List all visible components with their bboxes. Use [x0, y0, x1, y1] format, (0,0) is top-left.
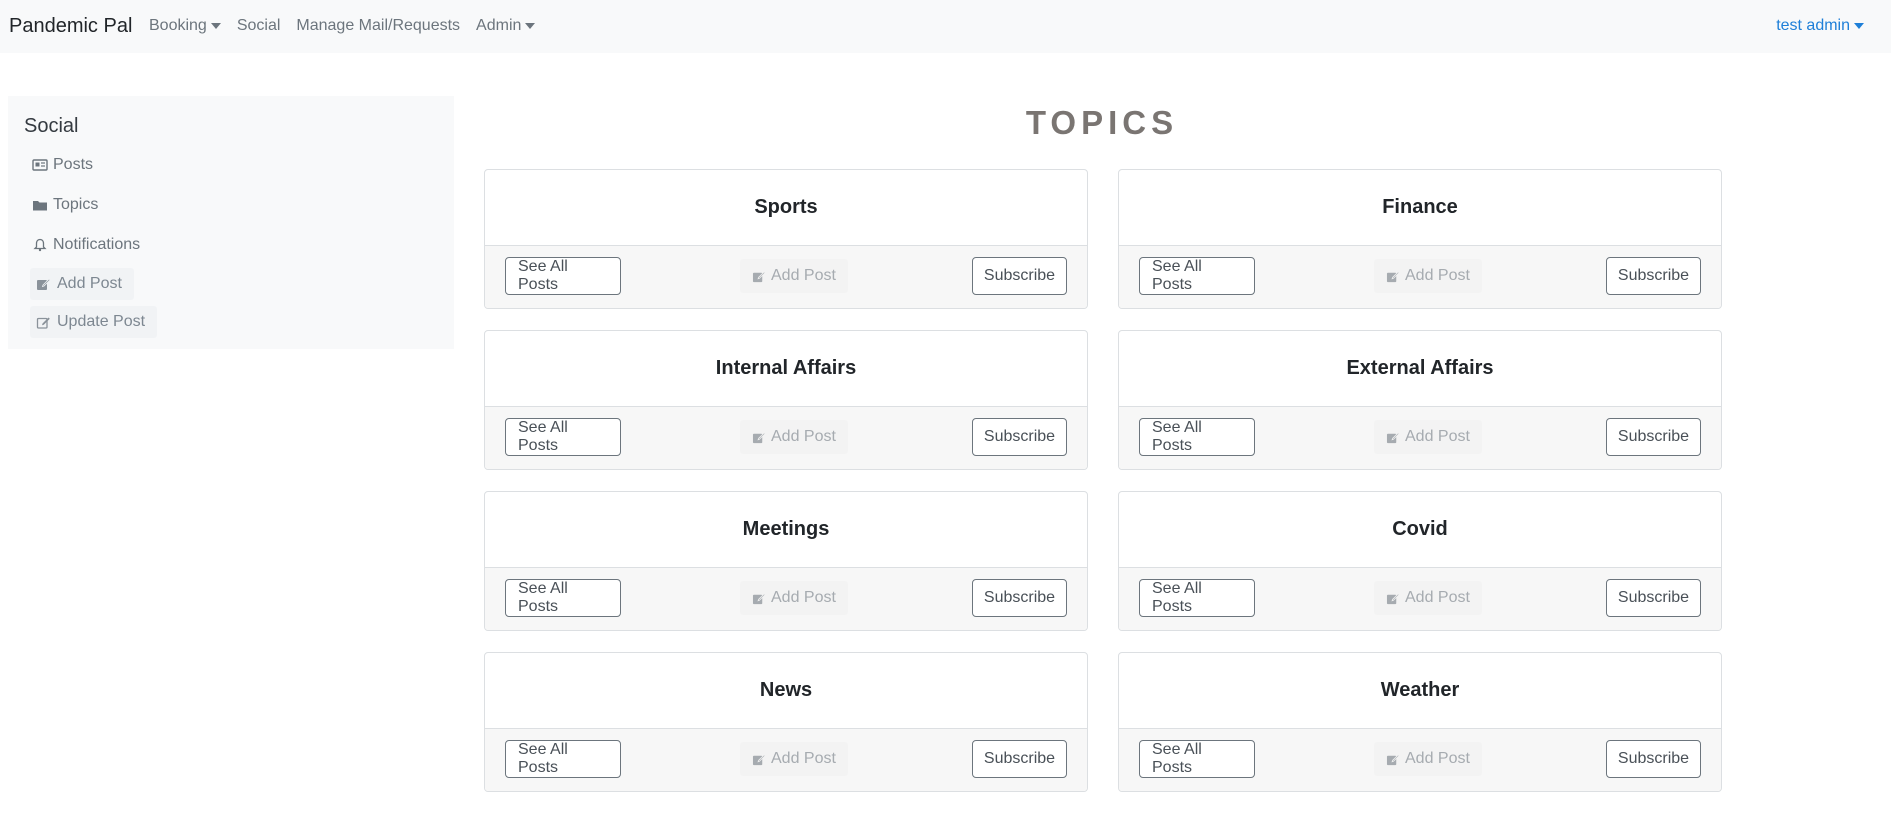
subscribe-button[interactable]: Subscribe — [1606, 257, 1701, 295]
brand-link[interactable]: Pandemic Pal — [9, 14, 132, 38]
subscribe-button[interactable]: Subscribe — [972, 579, 1067, 617]
caret-down-icon — [525, 23, 536, 29]
add-post-button[interactable]: Add Post — [1374, 420, 1482, 454]
page-title: TOPICS — [1025, 104, 1179, 141]
sidebar-item-posts[interactable]: Posts — [32, 155, 93, 175]
nav-social-link[interactable]: Social — [237, 15, 281, 37]
nav-admin-label: Admin — [476, 17, 522, 34]
add-post-button[interactable]: Add Post — [740, 581, 848, 615]
topic-name: News — [485, 653, 1087, 729]
topic-name: Covid — [1119, 492, 1721, 568]
see-all-posts-button[interactable]: See All Posts — [1139, 579, 1255, 617]
subscribe-button[interactable]: Subscribe — [972, 740, 1067, 778]
edit-icon — [1386, 592, 1400, 604]
nav-links: Booking Social Manage Mail/Requests Admi… — [149, 15, 551, 37]
sidebar: Social Posts Topics Notifications Add Po… — [8, 96, 454, 349]
see-all-posts-button[interactable]: See All Posts — [1139, 418, 1255, 456]
caret-down-icon — [210, 23, 221, 29]
topic-card-actions: See All Posts Add Post Subscribe — [485, 407, 1087, 469]
add-post-button[interactable]: Add Post — [740, 259, 848, 293]
add-post-button[interactable]: Add Post — [740, 742, 848, 776]
subscribe-button[interactable]: Subscribe — [1606, 740, 1701, 778]
subscribe-button[interactable]: Subscribe — [1606, 418, 1701, 456]
see-all-posts-button[interactable]: See All Posts — [1139, 740, 1255, 778]
sidebar-item-notifications[interactable]: Notifications — [32, 235, 140, 255]
add-post-button[interactable]: Add Post — [1374, 581, 1482, 615]
nav-social-label: Social — [236, 17, 281, 34]
nav-manage-mail-link[interactable]: Manage Mail/Requests — [296, 15, 460, 37]
topic-card-actions: See All Posts Add Post Subscribe — [485, 568, 1087, 630]
add-post-button[interactable]: Add Post — [1374, 259, 1482, 293]
edit-icon — [1386, 270, 1400, 282]
topic-name: Finance — [1119, 170, 1721, 246]
subscribe-button[interactable]: Subscribe — [972, 257, 1067, 295]
subscribe-button[interactable]: Subscribe — [972, 418, 1067, 456]
topic-card-sports: Sports See All Posts Add Post Subscribe — [484, 169, 1088, 309]
topic-name: External Affairs — [1119, 331, 1721, 407]
add-post-label: Add Post — [771, 589, 836, 606]
sidebar-add-post-label: Add Post — [57, 275, 122, 292]
topic-card-covid: Covid See All Posts Add Post Subscribe — [1118, 491, 1722, 631]
see-all-posts-button[interactable]: See All Posts — [505, 418, 621, 456]
edit-icon — [37, 278, 51, 290]
edit-icon — [752, 431, 766, 443]
nav-manage-mail-label: Manage Mail/Requests — [296, 17, 461, 34]
add-post-label: Add Post — [771, 750, 836, 767]
topic-card-internal-affairs: Internal Affairs See All Posts Add Post … — [484, 330, 1088, 470]
see-all-posts-button[interactable]: See All Posts — [1139, 257, 1255, 295]
topic-card-actions: See All Posts Add Post Subscribe — [485, 729, 1087, 791]
sidebar-add-post-button[interactable]: Add Post — [30, 268, 134, 300]
sidebar-item-topics[interactable]: Topics — [32, 195, 98, 215]
topic-name: Internal Affairs — [485, 331, 1087, 407]
edit-icon — [1386, 753, 1400, 765]
add-post-label: Add Post — [1405, 267, 1470, 284]
edit-icon — [752, 753, 766, 765]
nav-booking-dropdown[interactable]: Booking — [149, 15, 221, 37]
add-post-label: Add Post — [1405, 589, 1470, 606]
sidebar-item-label: Notifications — [53, 236, 141, 253]
topic-name: Meetings — [485, 492, 1087, 568]
topic-card-weather: Weather See All Posts Add Post Subscribe — [1118, 652, 1722, 792]
user-name: test admin — [1776, 17, 1850, 34]
nav-booking-label: Booking — [149, 17, 207, 34]
sidebar-item-label: Posts — [53, 156, 94, 173]
topic-card-actions: See All Posts Add Post Subscribe — [485, 246, 1087, 308]
edit-icon — [1386, 431, 1400, 443]
newspaper-icon — [32, 159, 48, 171]
topic-card-finance: Finance See All Posts Add Post Subscribe — [1118, 169, 1722, 309]
user-menu-dropdown[interactable]: test admin — [1776, 15, 1864, 37]
top-navbar: Pandemic Pal Booking Social Manage Mail/… — [0, 0, 1891, 53]
add-post-button[interactable]: Add Post — [1374, 742, 1482, 776]
bell-icon — [33, 238, 47, 252]
edit-icon — [36, 317, 50, 329]
see-all-posts-button[interactable]: See All Posts — [505, 740, 621, 778]
nav-admin-dropdown[interactable]: Admin — [476, 15, 536, 37]
topic-card-actions: See All Posts Add Post Subscribe — [1119, 729, 1721, 791]
caret-down-icon — [1854, 23, 1864, 29]
topic-card-actions: See All Posts Add Post Subscribe — [1119, 568, 1721, 630]
add-post-button[interactable]: Add Post — [740, 420, 848, 454]
topic-card-actions: See All Posts Add Post Subscribe — [1119, 407, 1721, 469]
edit-icon — [752, 270, 766, 282]
sidebar-update-post-button[interactable]: Update Post — [30, 306, 158, 338]
add-post-label: Add Post — [771, 267, 836, 284]
sidebar-title: Social — [24, 115, 79, 137]
subscribe-button[interactable]: Subscribe — [1606, 579, 1701, 617]
see-all-posts-button[interactable]: See All Posts — [505, 257, 621, 295]
topic-name: Weather — [1119, 653, 1721, 729]
topic-card-external-affairs: External Affairs See All Posts Add Post … — [1118, 330, 1722, 470]
see-all-posts-button[interactable]: See All Posts — [505, 579, 621, 617]
topic-card-news: News See All Posts Add Post Subscribe — [484, 652, 1088, 792]
add-post-label: Add Post — [1405, 750, 1470, 767]
add-post-label: Add Post — [771, 428, 836, 445]
topic-card-meetings: Meetings See All Posts Add Post Subscrib… — [484, 491, 1088, 631]
sidebar-update-post-label: Update Post — [57, 313, 146, 330]
topic-name: Sports — [485, 170, 1087, 246]
add-post-label: Add Post — [1405, 428, 1470, 445]
edit-icon — [752, 592, 766, 604]
topic-card-actions: See All Posts Add Post Subscribe — [1119, 246, 1721, 308]
sidebar-item-label: Topics — [53, 196, 99, 213]
folder-icon — [33, 201, 47, 211]
